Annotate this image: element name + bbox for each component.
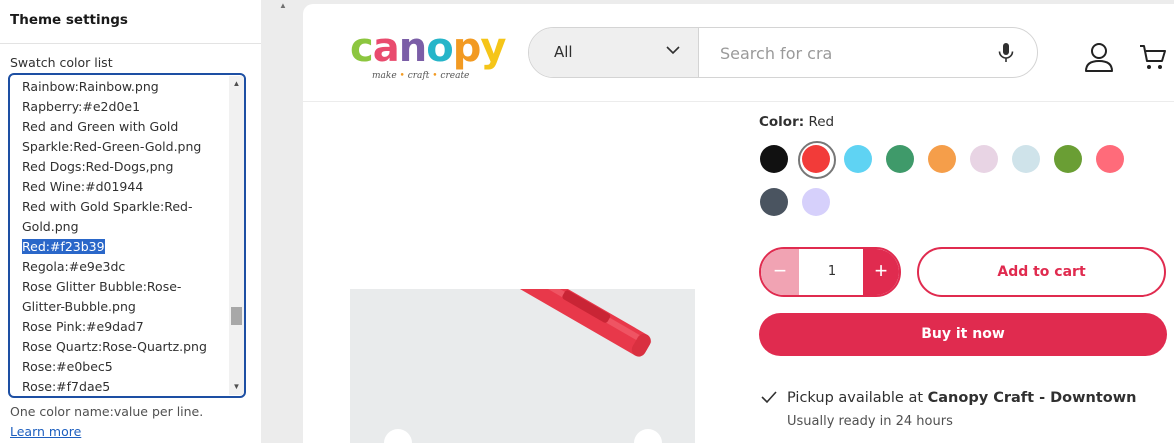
- logo-wordmark: canopy: [350, 28, 510, 68]
- search-input[interactable]: [720, 41, 980, 65]
- header-divider: [303, 101, 1174, 102]
- canvas-scrollbar[interactable]: ▲: [276, 0, 290, 443]
- logo-letter: a: [372, 25, 400, 71]
- add-to-cart-button[interactable]: Add to cart: [917, 247, 1166, 297]
- search-bar: All: [528, 27, 1038, 78]
- quantity-stepper: − 1 +: [759, 247, 901, 297]
- search-category-select[interactable]: All: [529, 28, 699, 77]
- color-option-label: Color: Red: [759, 114, 834, 130]
- cart-icon[interactable]: [1138, 42, 1168, 72]
- quantity-increase-button[interactable]: +: [863, 249, 899, 295]
- logo-tag-separator: •: [396, 71, 408, 81]
- color-swatch[interactable]: [802, 188, 830, 216]
- color-swatch[interactable]: [1012, 145, 1040, 173]
- pickup-prefix: Pickup available at: [787, 390, 924, 406]
- buy-it-now-button[interactable]: Buy it now: [759, 313, 1167, 356]
- swatch-list-line: Rose Quartz:Rose-Quartz.png: [22, 339, 207, 354]
- color-swatch[interactable]: [798, 141, 836, 179]
- swatch-list-line: Rainbow:Rainbow.png: [22, 79, 159, 94]
- panel-title: Theme settings: [10, 12, 128, 28]
- logo-tag-separator: •: [429, 71, 441, 81]
- pickup-availability: Pickup available at Canopy Craft - Downt…: [787, 390, 1136, 406]
- microphone-icon[interactable]: [994, 40, 1018, 66]
- logo-tag-word: make: [372, 71, 397, 81]
- canopy-logo[interactable]: canopy make • craft • create: [350, 28, 510, 90]
- theme-settings-panel: Theme settings Swatch color list Rainbow…: [0, 0, 261, 443]
- swatch-list-line: Red and Green with Gold: [22, 119, 179, 134]
- textarea-scrollbar[interactable]: ▲ ▼: [229, 76, 244, 395]
- color-value: Red: [808, 114, 835, 130]
- swatch-list-line: Rose Pink:#e9dad7: [22, 319, 144, 334]
- logo-letter: p: [452, 25, 482, 71]
- logo-tagline: make • craft • create: [372, 71, 469, 81]
- textarea-lines: Rainbow:Rainbow.png Rapberry:#e2d0e1 Red a…: [22, 77, 227, 396]
- swatch-list-line: Red with Gold Sparkle:Red-: [22, 199, 193, 214]
- pickup-location[interactable]: Canopy Craft - Downtown: [928, 390, 1137, 406]
- red-pen-image: [350, 289, 695, 443]
- scroll-thumb[interactable]: [231, 307, 242, 325]
- swatch-list-line: Regola:#e9e3dc: [22, 259, 126, 274]
- color-swatch[interactable]: [886, 145, 914, 173]
- learn-more-link[interactable]: Learn more: [10, 424, 81, 439]
- color-swatch[interactable]: [844, 145, 872, 173]
- product-image[interactable]: [350, 289, 695, 443]
- swatch-list-line: Glitter-Bubble.png: [22, 299, 136, 314]
- swatch-list-line: Rose:#f7dae5: [22, 379, 111, 394]
- quantity-decrease-button[interactable]: −: [761, 249, 799, 295]
- logo-letter: o: [426, 25, 454, 71]
- logo-letter: n: [398, 25, 428, 71]
- swatch-list-line: Rose Glitter Bubble:Rose-: [22, 279, 182, 294]
- swatch-color-list-textarea[interactable]: Rainbow:Rainbow.png Rapberry:#e2d0e1 Red a…: [8, 73, 246, 398]
- store-preview: canopy make • craft • create All Color: …: [303, 4, 1174, 443]
- swatch-list-line: Rose:#e0bec5: [22, 359, 113, 374]
- swatch-list-line: Sparkle:Red-Green-Gold.png: [22, 139, 202, 154]
- logo-letter: c: [350, 25, 374, 71]
- logo-letter: y: [480, 25, 506, 71]
- panel-header: Theme settings: [0, 0, 261, 44]
- chevron-down-icon: [666, 46, 680, 55]
- color-swatch[interactable]: [760, 145, 788, 173]
- color-swatch[interactable]: [1096, 145, 1124, 173]
- swatch-list-line: Rapberry:#e2d0e1: [22, 99, 141, 114]
- logo-tag-word: craft: [407, 71, 430, 81]
- swatch-list-line: Red Wine:#d01944: [22, 179, 144, 194]
- color-label: Color:: [759, 114, 805, 130]
- checkmark-icon: [761, 391, 777, 404]
- quantity-input[interactable]: 1: [799, 249, 865, 295]
- swatch-list-line: Red Dogs:Red-Dogs,png: [22, 159, 174, 174]
- swatch-color-list-label: Swatch color list: [10, 55, 113, 70]
- logo-tag-word: create: [440, 71, 470, 81]
- color-swatch[interactable]: [970, 145, 998, 173]
- canvas-scroll-up-icon[interactable]: ▲: [279, 1, 287, 10]
- color-swatch[interactable]: [1054, 145, 1082, 173]
- color-swatch[interactable]: [760, 188, 788, 216]
- swatch-list-line: Gold.png: [22, 219, 79, 234]
- account-icon[interactable]: [1082, 40, 1116, 74]
- swatch-list-line: Red:#f23b39: [22, 237, 227, 257]
- pickup-ready-time: Usually ready in 24 hours: [787, 414, 953, 429]
- help-text: One color name:value per line.: [10, 404, 204, 419]
- selected-text: Red:#f23b39: [22, 239, 105, 254]
- scroll-up-arrow-icon[interactable]: ▲: [229, 77, 244, 91]
- scroll-down-arrow-icon[interactable]: ▼: [229, 380, 244, 394]
- search-category-label: All: [554, 43, 573, 61]
- color-swatch[interactable]: [928, 145, 956, 173]
